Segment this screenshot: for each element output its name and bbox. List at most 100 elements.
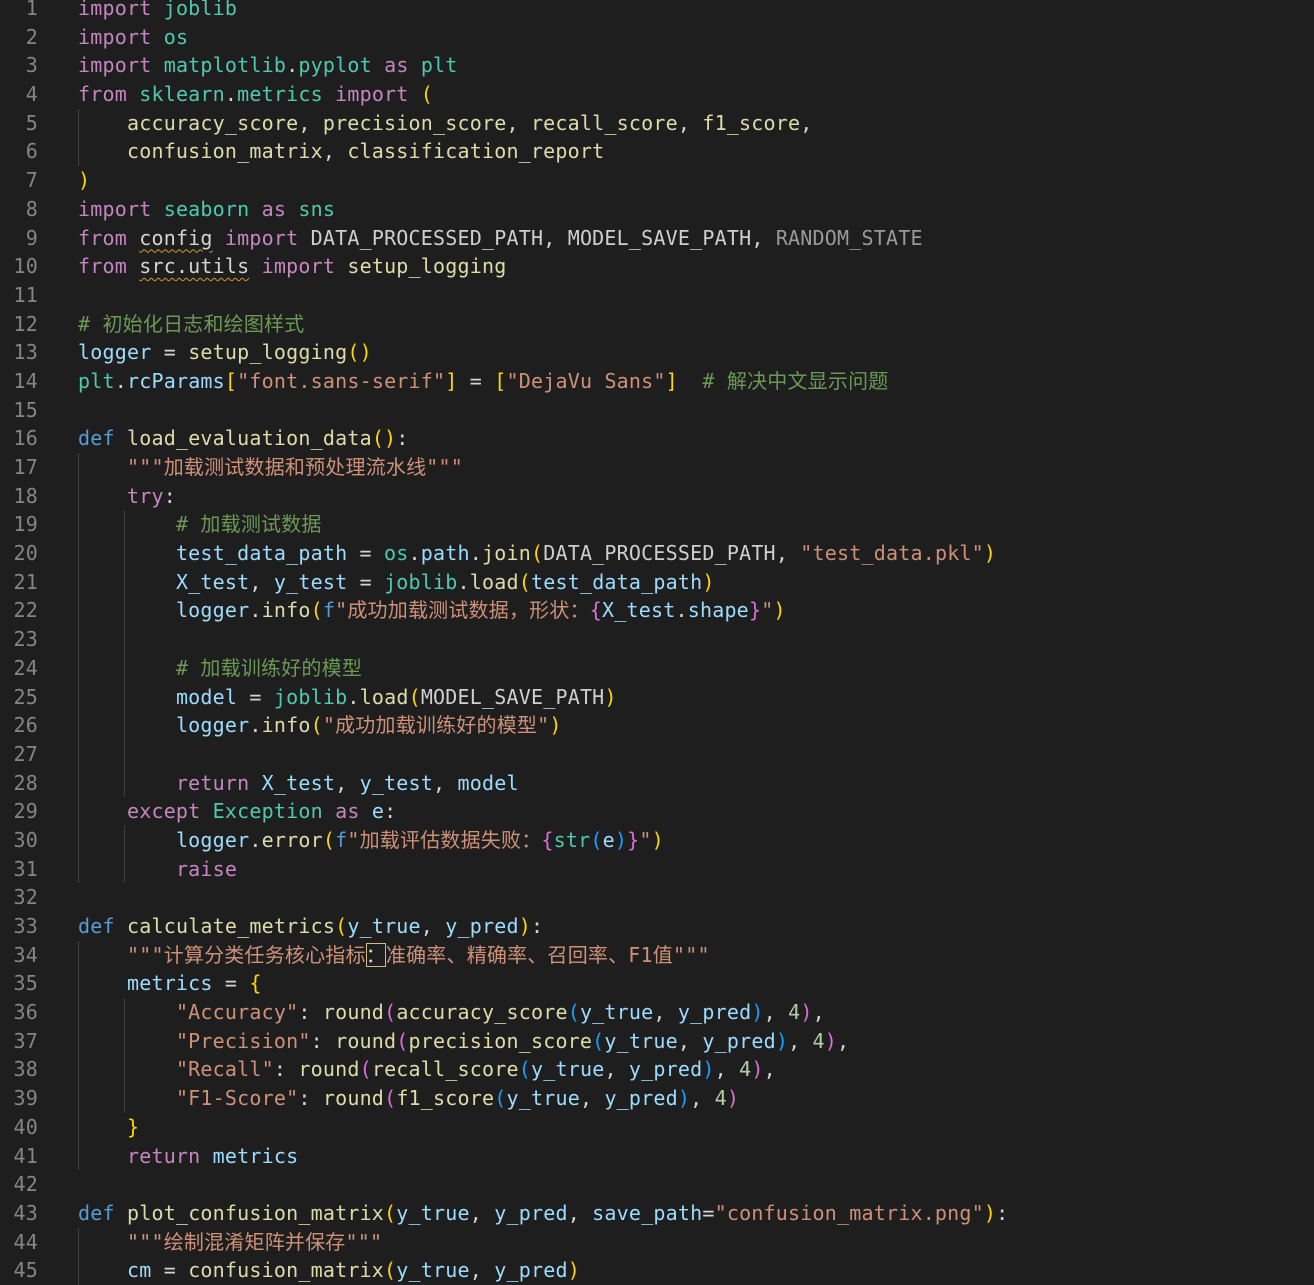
code-line[interactable]: 4 from sklearn.metrics import ( bbox=[0, 80, 1314, 109]
code-line[interactable]: 19 # 加载测试数据 bbox=[0, 510, 1314, 540]
code-line[interactable]: 39 "F1-Score": round(f1_score(y_true, y_… bbox=[0, 1084, 1314, 1113]
code-line[interactable]: 21 X_test, y_test = joblib.load(test_dat… bbox=[0, 567, 1314, 597]
line-code[interactable]: logger.error(f"加载评估数据失败：{str(e)}") bbox=[78, 826, 664, 855]
line-code[interactable]: logger.info(f"成功加载测试数据，形状：{X_test.shape}… bbox=[78, 596, 786, 625]
code-line[interactable]: 9 from config import DATA_PROCESSED_PATH,… bbox=[0, 224, 1314, 253]
code-line[interactable]: 26 logger.info("成功加载训练好的模型") bbox=[0, 711, 1314, 740]
line-code[interactable]: """绘制混淆矩阵并保存""" bbox=[78, 1228, 382, 1257]
line-code[interactable]: metrics = { bbox=[78, 969, 262, 998]
code-line[interactable]: 37 "Precision": round(precision_score(y_… bbox=[0, 1026, 1314, 1056]
code-token: ) bbox=[726, 1086, 740, 1111]
line-code[interactable]: import joblib bbox=[78, 0, 237, 23]
code-line[interactable]: 41 return metrics bbox=[0, 1141, 1314, 1171]
code-line[interactable]: 36 "Accuracy": round(accuracy_score(y_tr… bbox=[0, 998, 1314, 1027]
line-code[interactable]: """加载测试数据和预处理流水线""" bbox=[78, 453, 463, 482]
line-code[interactable]: ) bbox=[78, 166, 90, 195]
code-line[interactable]: 38 "Recall": round(recall_score(y_true, … bbox=[0, 1055, 1314, 1085]
code-token: # 解决中文显示问题 bbox=[702, 368, 889, 393]
line-code[interactable]: """计算分类任务核心指标：准确率、精确率、召回率、F1值""" bbox=[78, 941, 710, 970]
line-code[interactable]: return X_test, y_test, model bbox=[78, 769, 519, 798]
code-editor[interactable]: 1 import joblib 2 import os 3 import matplotl… bbox=[0, 0, 1314, 1285]
code-line[interactable]: 11 bbox=[0, 281, 1314, 310]
line-code[interactable]: try: bbox=[78, 482, 176, 511]
line-code[interactable]: logger.info("成功加载训练好的模型") bbox=[78, 711, 562, 740]
code-token: { bbox=[249, 971, 262, 996]
line-code[interactable]: raise bbox=[78, 855, 237, 884]
code-line[interactable]: 8 import seaborn as sns bbox=[0, 195, 1314, 224]
code-line[interactable]: 7) bbox=[0, 166, 1314, 195]
code-line[interactable]: 24 # 加载训练好的模型 bbox=[0, 653, 1314, 683]
code-line[interactable]: 17 """加载测试数据和预处理流水线""" bbox=[0, 453, 1314, 482]
line-code[interactable]: from config import DATA_PROCESSED_PATH, … bbox=[78, 224, 923, 253]
code-line[interactable]: 23 bbox=[0, 625, 1314, 654]
line-code[interactable]: "Recall": round(recall_score(y_true, y_p… bbox=[78, 1055, 776, 1084]
line-code[interactable]: def calculate_metrics(y_true, y_pred): bbox=[78, 912, 543, 941]
code-line[interactable]: 34 """计算分类任务核心指标：准确率、精确率、召回率、F1值""" bbox=[0, 940, 1314, 970]
line-code[interactable]: "Accuracy": round(accuracy_score(y_true,… bbox=[78, 998, 825, 1027]
line-code[interactable]: except Exception as e: bbox=[78, 797, 396, 826]
code-line[interactable]: 28 return X_test, y_test, model bbox=[0, 768, 1314, 798]
line-code[interactable]: from sklearn.metrics import ( bbox=[78, 80, 433, 109]
line-code[interactable]: import seaborn as sns bbox=[78, 195, 335, 224]
code-line[interactable]: 40 } bbox=[0, 1112, 1314, 1142]
code-line[interactable]: 10 from src.utils import setup_logging bbox=[0, 252, 1314, 281]
code-line[interactable]: 33 def calculate_metrics(y_true, y_pred): bbox=[0, 912, 1314, 941]
line-number: 10 bbox=[13, 254, 38, 279]
code-line[interactable]: 27 bbox=[0, 739, 1314, 769]
line-code[interactable]: model = joblib.load(MODEL_SAVE_PATH) bbox=[78, 683, 617, 712]
code-token: , bbox=[677, 1028, 703, 1053]
line-code[interactable]: } bbox=[78, 1113, 139, 1142]
code-line[interactable]: 16 def load_evaluation_data(): bbox=[0, 424, 1314, 453]
line-number: 20 bbox=[13, 541, 38, 566]
code-token: ( bbox=[335, 914, 348, 938]
code-line[interactable]: 32 bbox=[0, 883, 1314, 912]
code-line[interactable]: 18 try: bbox=[0, 481, 1314, 511]
code-line[interactable]: 20 test_data_path = os.path.join(DATA_PR… bbox=[0, 539, 1314, 568]
line-code[interactable]: cm = confusion_matrix(y_true, y_pred) bbox=[78, 1256, 580, 1285]
code-line[interactable]: 15 bbox=[0, 396, 1314, 425]
line-code[interactable]: "Precision": round(precision_score(y_tru… bbox=[78, 1027, 849, 1056]
line-code[interactable]: def load_evaluation_data(): bbox=[78, 424, 409, 453]
line-code[interactable]: import os bbox=[78, 23, 188, 52]
code-line[interactable]: 42 bbox=[0, 1170, 1314, 1199]
code-line[interactable]: 35 metrics = { bbox=[0, 969, 1314, 999]
line-code[interactable]: # 加载训练好的模型 bbox=[78, 654, 362, 683]
code-line[interactable]: 22 logger.info(f"成功加载测试数据，形状：{X_test.sha… bbox=[0, 596, 1314, 626]
line-code[interactable]: confusion_matrix, classification_report bbox=[78, 137, 604, 166]
line-code[interactable]: import matplotlib.pyplot as plt bbox=[78, 51, 458, 80]
code-line[interactable]: 25 model = joblib.load(MODEL_SAVE_PATH) bbox=[0, 682, 1314, 712]
code-line[interactable]: 12 # 初始化日志和绘图样式 bbox=[0, 310, 1314, 339]
code-line[interactable]: 43 def plot_confusion_matrix(y_true, y_pr… bbox=[0, 1199, 1314, 1228]
line-code[interactable]: # 初始化日志和绘图样式 bbox=[78, 310, 304, 339]
line-code[interactable]: def plot_confusion_matrix(y_true, y_pred… bbox=[78, 1199, 1008, 1228]
code-token: return bbox=[126, 1143, 201, 1168]
line-code[interactable]: plt.rcParams["font.sans-serif"] = ["Deja… bbox=[78, 367, 888, 396]
code-token: , bbox=[543, 225, 568, 250]
code-line[interactable]: 5 accuracy_score, precision_score, recal… bbox=[0, 108, 1314, 138]
line-code[interactable]: from src.utils import setup_logging bbox=[78, 252, 506, 281]
line-number: 7 bbox=[25, 168, 38, 193]
line-code[interactable]: accuracy_score, precision_score, recall_… bbox=[78, 109, 813, 138]
code-line[interactable]: 44 """绘制混淆矩阵并保存""" bbox=[0, 1227, 1314, 1257]
code-line[interactable]: 45 cm = confusion_matrix(y_true, y_pred) bbox=[0, 1256, 1314, 1285]
code-line[interactable]: 1 import joblib bbox=[0, 0, 1314, 23]
code-token: confusion_matrix bbox=[188, 1258, 385, 1283]
line-code[interactable]: "F1-Score": round(f1_score(y_true, y_pre… bbox=[78, 1084, 739, 1113]
code-line[interactable]: 30 logger.error(f"加载评估数据失败：{str(e)}") bbox=[0, 825, 1314, 855]
line-code[interactable]: # 加载测试数据 bbox=[78, 510, 322, 539]
code-line[interactable]: 31 raise bbox=[0, 854, 1314, 884]
line-code[interactable]: logger = setup_logging() bbox=[78, 338, 372, 367]
line-code[interactable]: return metrics bbox=[78, 1142, 298, 1171]
code-line[interactable]: 13 logger = setup_logging() bbox=[0, 338, 1314, 367]
code-line[interactable]: 6 confusion_matrix, classification_repor… bbox=[0, 137, 1314, 167]
line-code[interactable]: X_test, y_test = joblib.load(test_data_p… bbox=[78, 568, 715, 597]
code-line[interactable]: 2 import os bbox=[0, 23, 1314, 52]
line-code[interactable]: test_data_path = os.path.join(DATA_PROCE… bbox=[78, 539, 996, 568]
code-line[interactable]: 29 except Exception as e: bbox=[0, 797, 1314, 826]
code-line[interactable]: 14 plt.rcParams["font.sans-serif"] = ["De… bbox=[0, 367, 1314, 396]
code-line[interactable]: 3 import matplotlib.pyplot as plt bbox=[0, 51, 1314, 80]
